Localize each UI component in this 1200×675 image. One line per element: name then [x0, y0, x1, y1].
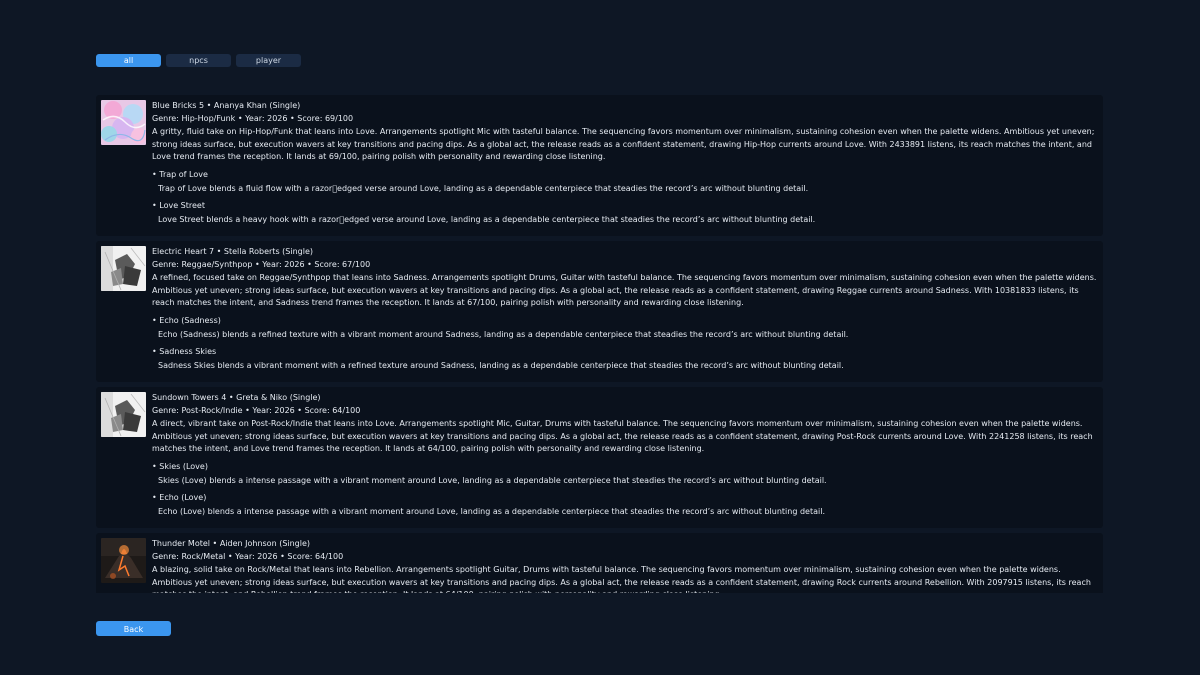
record-meta: Genre: Reggae/Synthpop • Year: 2026 • Sc…: [152, 259, 371, 269]
record-title: Electric Heart 7 • Stella Roberts (Singl…: [152, 247, 313, 256]
track-title: • Echo (Sadness): [152, 315, 221, 325]
record-title: Thunder Motel • Aiden Johnson (Single): [152, 539, 311, 548]
tab-npcs[interactable]: npcs: [166, 54, 231, 67]
record-review: A direct, vibrant take on Post-Rock/Indi…: [152, 419, 1093, 454]
record-card: Electric Heart 7 • Stella Roberts (Singl…: [96, 241, 1103, 382]
back-button[interactable]: Back: [96, 621, 171, 636]
track-list: • Echo (Sadness) Echo (Sadness) blends a…: [152, 315, 1097, 372]
record-card: Thunder Motel • Aiden Johnson (Single) G…: [96, 533, 1103, 593]
track-item: • Skies (Love) Skies (Love) blends a int…: [152, 461, 1097, 487]
filter-tabs: all npcs player: [96, 54, 301, 67]
record-review: A blazing, solid take on Rock/Metal that…: [152, 565, 1091, 593]
track-title: • Trap of Love: [152, 169, 208, 179]
track-description: Echo (Sadness) blends a refined texture …: [158, 329, 849, 339]
record-review: A gritty, fluid take on Hip-Hop/Funk tha…: [152, 127, 1095, 162]
track-description: Love Street blends a heavy hook with a r…: [158, 214, 816, 224]
volcano-cover: [101, 538, 146, 583]
track-item: • Echo (Sadness) Echo (Sadness) blends a…: [152, 315, 1097, 341]
track-description: Skies (Love) blends a intense passage wi…: [158, 475, 827, 485]
track-item: • Sadness Skies Sadness Skies blends a v…: [152, 346, 1097, 372]
record-meta: Genre: Hip-Hop/Funk • Year: 2026 • Score…: [152, 113, 354, 123]
track-item: • Trap of Love Trap of Love blends a flu…: [152, 169, 1097, 195]
track-item: • Echo (Love) Echo (Love) blends a inten…: [152, 492, 1097, 518]
record-title: Sundown Towers 4 • Greta & Niko (Single): [152, 393, 321, 402]
monochrome-sketch-cover: [101, 246, 146, 291]
track-description: Trap of Love blends a fluid flow with a …: [158, 183, 809, 193]
track-title: • Echo (Love): [152, 492, 207, 502]
record-meta: Genre: Post-Rock/Indie • Year: 2026 • Sc…: [152, 405, 361, 415]
pastel-art-cover: [101, 100, 146, 145]
tab-all[interactable]: all: [96, 54, 161, 67]
record-title: Blue Bricks 5 • Ananya Khan (Single): [152, 101, 301, 110]
track-item: • Love Street Love Street blends a heavy…: [152, 200, 1097, 226]
track-list: • Trap of Love Trap of Love blends a flu…: [152, 169, 1097, 226]
track-list: • Skies (Love) Skies (Love) blends a int…: [152, 461, 1097, 518]
track-description: Echo (Love) blends a intense passage wit…: [158, 506, 825, 516]
track-title: • Skies (Love): [152, 461, 208, 471]
record-review: A refined, focused take on Reggae/Synthp…: [152, 273, 1097, 308]
review-list[interactable]: Blue Bricks 5 • Ananya Khan (Single) Gen…: [96, 95, 1103, 593]
track-title: • Love Street: [152, 200, 205, 210]
track-title: • Sadness Skies: [152, 346, 217, 356]
tab-player[interactable]: player: [236, 54, 301, 67]
track-description: Sadness Skies blends a vibrant moment wi…: [158, 360, 844, 370]
record-card: Blue Bricks 5 • Ananya Khan (Single) Gen…: [96, 95, 1103, 236]
monochrome-sketch-cover: [101, 392, 146, 437]
record-meta: Genre: Rock/Metal • Year: 2026 • Score: …: [152, 551, 344, 561]
record-card: Sundown Towers 4 • Greta & Niko (Single)…: [96, 387, 1103, 528]
